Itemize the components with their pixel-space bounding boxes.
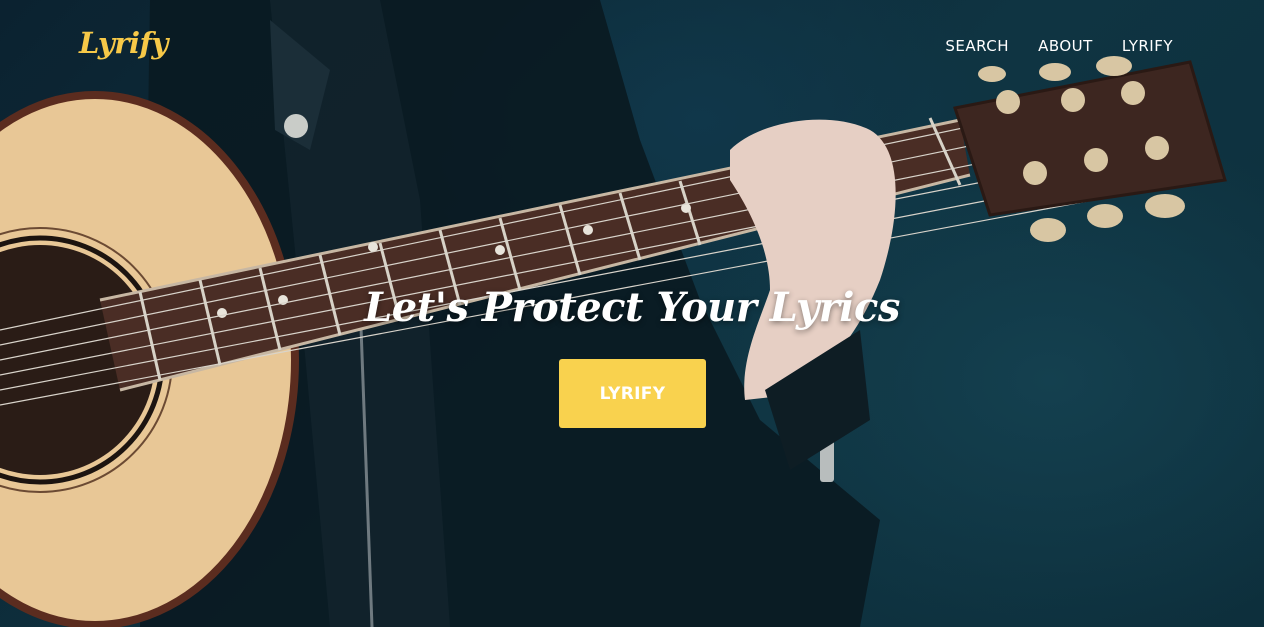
nav-item-search[interactable]: SEARCH bbox=[945, 35, 1009, 57]
nav-item-about[interactable]: ABOUT bbox=[1038, 35, 1093, 57]
top-navigation: Lyrify SEARCH ABOUT LYRIFY bbox=[0, 0, 1264, 90]
nav-menu: SEARCH ABOUT LYRIFY bbox=[916, 35, 1173, 57]
lyrify-cta-button[interactable]: LYRIFY bbox=[559, 359, 706, 428]
nav-item-lyrify[interactable]: LYRIFY bbox=[1122, 35, 1173, 57]
site-logo[interactable]: Lyrify bbox=[79, 26, 168, 60]
hero-headline: Let's Protect Your Lyrics bbox=[364, 284, 900, 331]
hero-section: Lyrify SEARCH ABOUT LYRIFY Let's Protect… bbox=[0, 0, 1264, 627]
